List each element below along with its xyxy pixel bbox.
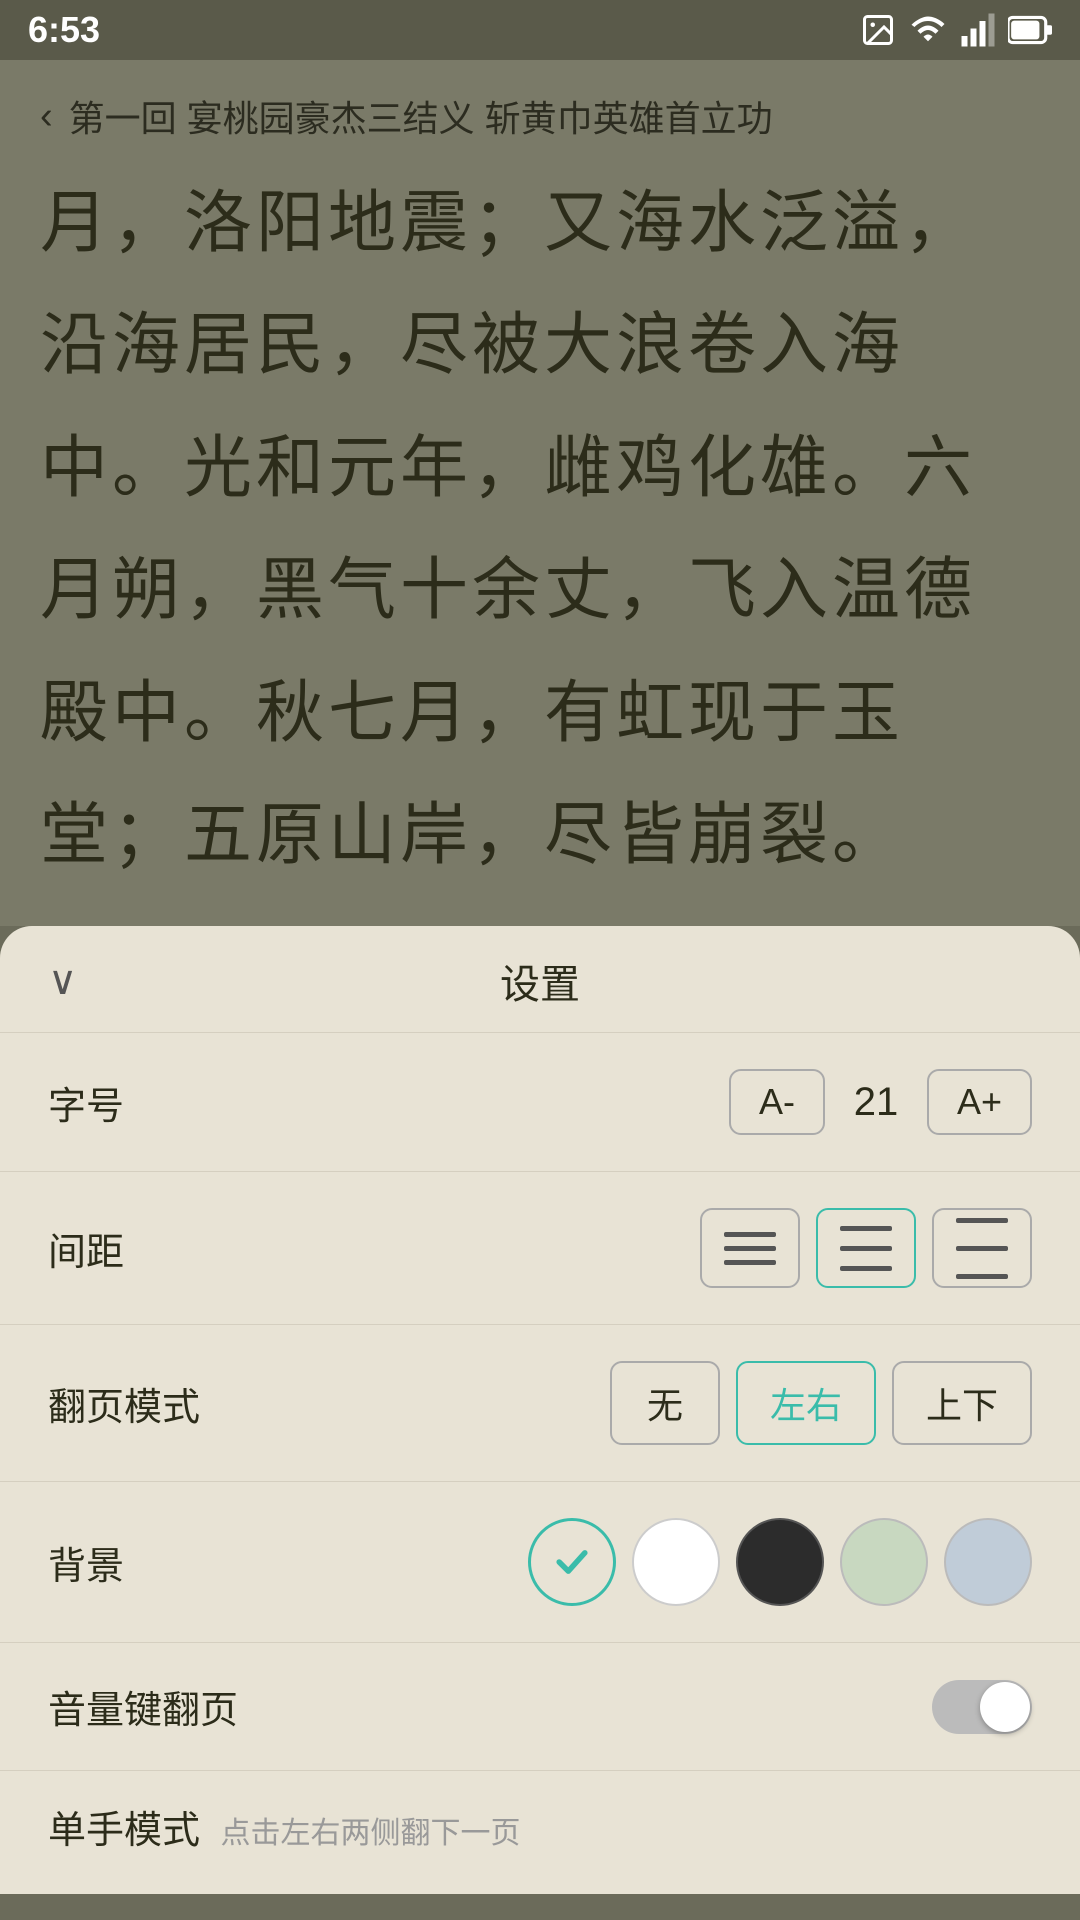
chapter-title: 第一回 宴桃园豪杰三结义 斩黄巾英雄首立功 (69, 90, 773, 142)
spacing-row: 间距 (0, 1172, 1080, 1325)
background-row: 背景 (0, 1482, 1080, 1643)
page-mode-label: 翻页模式 (48, 1376, 200, 1431)
bg-green-button[interactable] (840, 1518, 928, 1606)
page-mode-lr-button[interactable]: 左右 (736, 1361, 876, 1445)
spacing-controls (700, 1208, 1032, 1288)
wifi-icon (908, 12, 948, 48)
font-size-label: 字号 (48, 1075, 124, 1130)
background-controls (528, 1518, 1032, 1606)
volume-key-label: 音量键翻页 (48, 1679, 238, 1734)
tight-icon (724, 1230, 776, 1267)
status-time: 6:53 (28, 9, 100, 51)
volume-key-toggle[interactable] (932, 1680, 1032, 1734)
bg-blue-button[interactable] (944, 1518, 1032, 1606)
single-hand-label: 单手模式 (48, 1810, 200, 1852)
back-button[interactable]: ‹ (40, 95, 53, 138)
nav-bar: ‹ 第一回 宴桃园豪杰三结义 斩黄巾英雄首立功 (40, 80, 1040, 162)
page-mode-controls: 无 左右 上下 (610, 1361, 1032, 1445)
font-increase-button[interactable]: A+ (927, 1069, 1032, 1135)
bg-black-button[interactable] (736, 1518, 824, 1606)
font-size-value: 21 (841, 1080, 911, 1125)
font-size-controls: A- 21 A+ (729, 1069, 1032, 1135)
settings-header: ∨ 设置 (0, 926, 1080, 1033)
spacing-tight-button[interactable] (700, 1208, 800, 1288)
page-mode-row: 翻页模式 无 左右 上下 (0, 1325, 1080, 1482)
reading-text: 月，洛阳地震；又海水泛溢，沿海居民，尽被大浪卷入海中。光和元年，雌鸡化雄。六月朔… (40, 162, 1040, 896)
font-size-row: 字号 A- 21 A+ (0, 1033, 1080, 1172)
volume-key-row: 音量键翻页 (0, 1643, 1080, 1771)
background-label: 背景 (48, 1535, 124, 1590)
single-hand-text: 单手模式 点击左右两侧翻下一页 (48, 1799, 520, 1854)
signal-icon (960, 12, 996, 48)
status-icons (860, 12, 1052, 48)
image-icon (860, 12, 896, 48)
bg-beige-button[interactable] (528, 1518, 616, 1606)
status-bar: 6:53 (0, 0, 1080, 60)
toggle-knob (980, 1682, 1030, 1732)
checkmark-icon (550, 1540, 594, 1584)
font-decrease-button[interactable]: A- (729, 1069, 825, 1135)
medium-icon (840, 1221, 892, 1276)
spacing-medium-button[interactable] (816, 1208, 916, 1288)
page-mode-none-button[interactable]: 无 (610, 1361, 720, 1445)
wide-icon (956, 1209, 1008, 1288)
spacing-wide-button[interactable] (932, 1208, 1032, 1288)
battery-icon (1008, 12, 1052, 48)
settings-panel: ∨ 设置 字号 A- 21 A+ 间距 (0, 926, 1080, 1894)
bg-white-button[interactable] (632, 1518, 720, 1606)
single-hand-row: 单手模式 点击左右两侧翻下一页 (0, 1771, 1080, 1854)
settings-title: 设置 (500, 952, 580, 1010)
spacing-label: 间距 (48, 1221, 124, 1276)
reading-area: ‹ 第一回 宴桃园豪杰三结义 斩黄巾英雄首立功 月，洛阳地震；又海水泛溢，沿海居… (0, 60, 1080, 926)
page-mode-ud-button[interactable]: 上下 (892, 1361, 1032, 1445)
settings-close-button[interactable]: ∨ (48, 958, 77, 1004)
single-hand-hint: 点击左右两侧翻下一页 (220, 1817, 520, 1850)
